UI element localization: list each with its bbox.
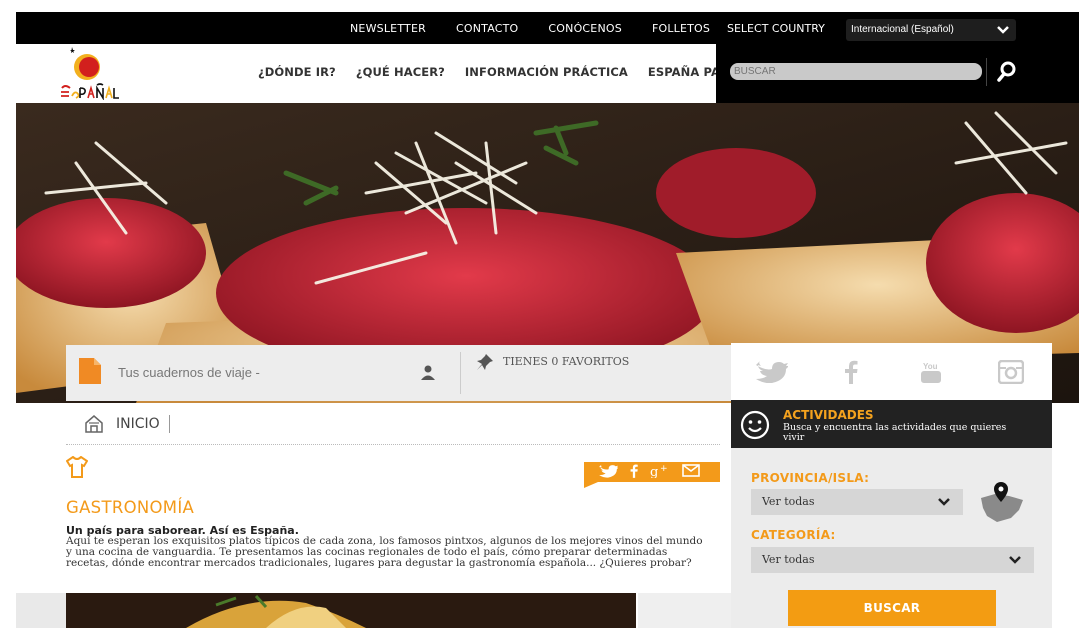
breadcrumb: INICIO xyxy=(84,414,170,434)
share-email-icon[interactable] xyxy=(682,464,700,482)
activities-title: ACTIVIDADES xyxy=(783,408,874,422)
country-value: Internacional (Español) xyxy=(851,24,954,35)
newsletter-link[interactable]: NEWSLETTER xyxy=(350,22,426,35)
notebook-icon xyxy=(79,358,101,384)
instagram-icon[interactable] xyxy=(971,359,1051,384)
chef-shirt-icon xyxy=(65,455,89,478)
country-select[interactable]: Internacional (Español) xyxy=(846,19,1016,41)
page: NEWSLETTER CONTACTO CONÓCENOS FOLLETOS S… xyxy=(0,0,1079,628)
svg-text:g: g xyxy=(650,465,658,478)
share-facebook-icon[interactable] xyxy=(630,464,638,483)
svg-text:+: + xyxy=(660,464,668,474)
breadcrumb-divider xyxy=(168,415,170,433)
conocenos-link[interactable]: CONÓCENOS xyxy=(548,22,622,35)
select-country-label: SELECT COUNTRY xyxy=(727,21,825,35)
left-image-strip xyxy=(16,593,66,628)
activities-subtitle: Busca y encuentra las actividades que qu… xyxy=(783,422,1007,443)
notebook-label[interactable]: Tus cuadernos de viaje - xyxy=(118,365,260,380)
favorites-count[interactable]: TIENES 0 FAVORITOS xyxy=(503,355,629,368)
article-body: Aquí te esperan los exquisitos platos tí… xyxy=(66,535,703,569)
province-value: Ver todas xyxy=(762,495,815,508)
search-input[interactable] xyxy=(730,63,982,80)
social-bar: You xyxy=(731,343,1052,400)
province-select[interactable]: Ver todas xyxy=(751,489,963,515)
espana-logo[interactable] xyxy=(58,44,120,101)
chevron-down-icon xyxy=(996,19,1010,42)
article-image xyxy=(66,593,636,628)
category-label: CATEGORÍA: xyxy=(751,528,836,542)
notebook-divider xyxy=(460,352,461,394)
search-divider xyxy=(986,58,987,86)
category-select[interactable]: Ver todas xyxy=(751,547,1034,573)
youtube-icon[interactable]: You xyxy=(891,360,971,384)
chevron-down-icon xyxy=(937,489,951,517)
breadcrumb-home[interactable]: INICIO xyxy=(116,416,160,432)
share-twitter-icon[interactable] xyxy=(598,464,619,483)
folletos-link[interactable]: FOLLETOS xyxy=(652,22,710,35)
smiley-icon xyxy=(740,410,770,440)
page-title: GASTRONOMÍA xyxy=(66,498,195,517)
nav-informacion-practica[interactable]: INFORMACIÓN PRÁCTICA xyxy=(465,65,628,79)
spain-map-pin-icon[interactable] xyxy=(975,480,1027,524)
province-label: PROVINCIA/ISLA: xyxy=(751,471,870,485)
category-value: Ver todas xyxy=(762,553,815,566)
contacto-link[interactable]: CONTACTO xyxy=(456,22,518,35)
side-image-strip xyxy=(638,593,731,628)
nav-que-hacer[interactable]: ¿QUÉ HACER? xyxy=(356,65,445,79)
search-icon[interactable] xyxy=(995,58,1019,84)
pin-icon xyxy=(476,353,494,371)
search-activities-button[interactable]: BUSCAR xyxy=(788,590,996,626)
main-nav: ¿DÓNDE IR? ¿QUÉ HACER? INFORMACIÓN PRÁCT… xyxy=(258,44,772,100)
facebook-icon[interactable] xyxy=(811,360,891,384)
nav-donde-ir[interactable]: ¿DÓNDE IR? xyxy=(258,65,336,79)
share-googleplus-icon[interactable]: g + xyxy=(650,464,670,483)
twitter-icon[interactable] xyxy=(731,360,811,383)
home-icon[interactable] xyxy=(84,414,104,434)
share-bar: g + xyxy=(584,462,720,488)
user-icon[interactable] xyxy=(420,364,436,380)
chevron-down-icon xyxy=(1008,547,1022,575)
top-links: NEWSLETTER CONTACTO CONÓCENOS FOLLETOS xyxy=(350,12,740,44)
svg-text:You: You xyxy=(923,362,938,371)
divider xyxy=(66,444,720,445)
